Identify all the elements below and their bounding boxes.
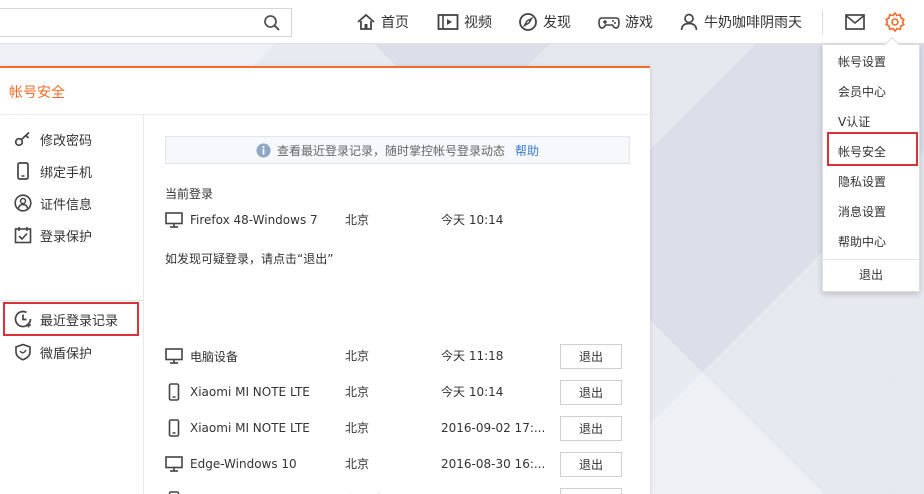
logout-button[interactable]: 退出	[560, 344, 622, 369]
monitor-icon	[165, 456, 183, 472]
current-login-label: 当前登录	[165, 187, 214, 201]
nav-home[interactable]: 首页	[356, 0, 409, 44]
sidebar-item-change-password[interactable]: 修改密码	[0, 123, 144, 155]
location-cell: 北京	[345, 421, 370, 435]
gamepad-icon	[598, 17, 620, 29]
key-icon	[14, 131, 30, 147]
location-cell: 北京	[345, 385, 370, 399]
phone-icon	[168, 383, 180, 401]
device-name: Edge-Windows 10	[190, 457, 297, 471]
nav-game[interactable]: 游戏	[598, 0, 653, 44]
mail-icon[interactable]	[844, 11, 866, 33]
user-icon	[680, 13, 698, 31]
sidebar-item-login-protection[interactable]: 登录保护	[0, 219, 144, 251]
time-cell: 2016-08-30 16:...	[441, 457, 546, 471]
phone-icon	[168, 419, 180, 437]
help-link[interactable]: 帮助	[515, 142, 539, 159]
suspicious-login-label: 如发现可疑登录，请点击“退出”	[165, 252, 334, 266]
device-cell: Firefox 48-Windows 7	[165, 202, 318, 238]
id-card-icon	[14, 194, 32, 212]
nav-user-label: 牛奶咖啡阴雨天	[704, 15, 802, 31]
phone-icon	[17, 162, 29, 180]
calendar-check-icon	[14, 227, 32, 244]
device-cell: Edge-Windows 10	[165, 446, 297, 482]
panel-title: 帐号安全	[9, 85, 65, 101]
logout-button[interactable]: 退出	[560, 380, 622, 405]
sidebar: 修改密码 绑定手机 证件信息 登录保护 最近登录记录 微盾保护	[0, 115, 144, 494]
monitor-icon	[165, 212, 183, 228]
device-name: 电脑设备	[190, 349, 239, 364]
location-cell: 北京	[345, 349, 370, 363]
device-name: Xiaomi MI NOTE LTE	[190, 385, 310, 399]
logout-button[interactable]: 退出	[560, 452, 622, 477]
menu-item-privacy[interactable]: 隐私设置	[838, 167, 886, 197]
compass-icon	[519, 13, 537, 31]
sidebar-item-shield-protection[interactable]: 微盾保护	[0, 336, 144, 368]
nav-separator	[822, 10, 823, 34]
highlight-box	[3, 302, 139, 336]
logout-button[interactable]: 退出	[560, 488, 622, 494]
sidebar-separator	[0, 300, 144, 301]
content-area: 查看最近登录记录，随时掌控帐号登录动态 帮助 当前登录 Firefox 48-W…	[145, 115, 650, 494]
device-name: Firefox 48-Windows 7	[190, 213, 318, 227]
sidebar-item-label: 证件信息	[40, 197, 93, 213]
monitor-icon	[165, 348, 183, 364]
location-cell: 北京	[345, 213, 370, 227]
table-row: 电脑设备 北京 今天 11:18 退出	[165, 338, 635, 374]
device-cell: Xiaomi MI NOTE LTE	[165, 374, 310, 410]
location-cell: 北京	[345, 457, 370, 471]
search-box	[0, 8, 292, 37]
settings-dropdown: 帐号设置 会员中心 V认证 帐号安全 隐私设置 消息设置 帮助中心 退出	[822, 36, 920, 292]
top-bar: 首页 视频 发现 游戏 牛奶咖啡阴雨天	[0, 0, 924, 44]
nav-video-label: 视频	[464, 15, 492, 31]
table-row: Xiaomi MI NOTE LTE 北京 2016-09-02 17:... 退出	[165, 410, 635, 446]
device-name: Xiaomi MI NOTE LTE	[190, 421, 310, 435]
sidebar-item-bind-phone[interactable]: 绑定手机	[0, 155, 144, 187]
sidebar-item-label: 修改密码	[40, 133, 93, 149]
menu-item-help-center[interactable]: 帮助中心	[838, 227, 886, 257]
nav-discover-label: 发现	[543, 15, 571, 31]
info-icon	[256, 143, 271, 157]
nav-discover[interactable]: 发现	[518, 0, 571, 44]
video-icon	[437, 14, 459, 30]
account-security-panel: 帐号安全 修改密码 绑定手机 证件信息 登录保护 最近登录记录 微盾保护 查看最…	[0, 66, 650, 494]
logout-button[interactable]: 退出	[560, 416, 622, 441]
table-row: Chrome 46-Android 山西 大同 2016-08-03 17:... 退…	[165, 482, 635, 494]
table-row: Edge-Windows 10 北京 2016-08-30 16:... 退出	[165, 446, 635, 482]
search-input[interactable]	[0, 9, 250, 36]
time-cell: 今天 10:14	[441, 385, 504, 399]
table-row: Xiaomi MI NOTE LTE 北京 今天 10:14 退出	[165, 374, 635, 410]
nav-home-label: 首页	[381, 15, 409, 31]
gear-icon[interactable]	[884, 11, 906, 33]
time-cell: 2016-08-03 17:...	[441, 482, 545, 494]
device-cell: 电脑设备	[165, 338, 238, 374]
sidebar-item-label: 绑定手机	[40, 165, 93, 181]
nav-video[interactable]: 视频	[437, 0, 492, 44]
time-cell: 今天 11:18	[441, 349, 504, 363]
menu-item-notifications[interactable]: 消息设置	[838, 197, 886, 227]
current-login-row: Firefox 48-Windows 7 北京 今天 10:14	[165, 202, 635, 238]
time-cell: 2016-09-02 17:...	[441, 421, 546, 435]
menu-item-membership[interactable]: 会员中心	[838, 77, 886, 107]
search-icon[interactable]	[263, 14, 281, 32]
nav-user[interactable]: 牛奶咖啡阴雨天	[679, 0, 802, 44]
device-cell: Chrome 46-Android	[165, 482, 307, 494]
nav-game-label: 游戏	[625, 15, 653, 31]
shield-icon	[15, 343, 31, 361]
home-icon	[357, 13, 375, 30]
sidebar-item-label: 微盾保护	[40, 346, 93, 362]
menu-item-account-settings[interactable]: 帐号设置	[838, 47, 886, 77]
sidebar-item-id-info[interactable]: 证件信息	[0, 187, 144, 219]
location-cell: 山西 大同	[345, 482, 397, 494]
time-cell: 今天 10:14	[441, 213, 504, 227]
info-tip: 查看最近登录记录，随时掌控帐号登录动态 帮助	[165, 136, 630, 164]
sidebar-item-label: 登录保护	[40, 229, 93, 245]
highlight-box	[827, 132, 918, 166]
device-cell: Xiaomi MI NOTE LTE	[165, 410, 310, 446]
tip-text: 查看最近登录记录，随时掌控帐号登录动态	[276, 143, 505, 158]
menu-item-logout[interactable]: 退出	[859, 260, 883, 290]
